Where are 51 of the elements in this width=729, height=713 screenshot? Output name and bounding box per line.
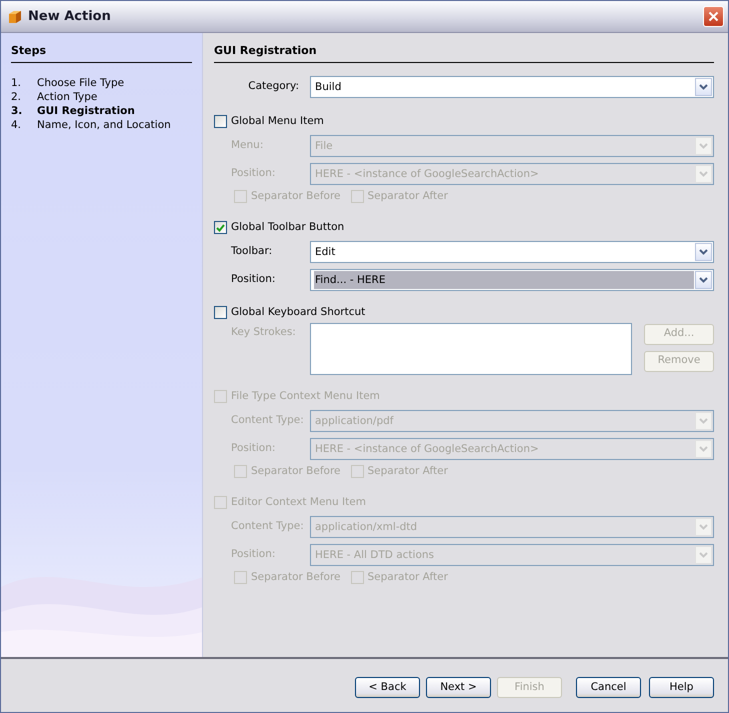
wizard-step: 2. Action Type (11, 90, 192, 104)
dropdown-field[interactable]: Edit (310, 240, 714, 262)
caret-icon (699, 446, 708, 452)
keystrokes-list[interactable] (310, 322, 632, 374)
checkbox[interactable] (214, 221, 227, 234)
steps-heading: Steps (11, 43, 192, 62)
field-label: Content Type: (230, 518, 305, 534)
close-icon (708, 11, 719, 22)
field-label: Menu: (230, 138, 264, 153)
field-label: Position: (230, 440, 276, 456)
checkbox-label: Separator Before (251, 464, 341, 479)
checkbox-label: Separator After (368, 188, 448, 204)
checkbox-label: Global Menu Item (231, 114, 324, 129)
caret-icon (699, 170, 708, 176)
section-heading: GUI Registration (214, 43, 714, 62)
field-label: Position: (230, 166, 276, 181)
close-button[interactable] (703, 6, 724, 27)
caret-icon (699, 84, 708, 90)
checkbox-label: Separator Before (251, 188, 341, 204)
wizard-step: 4. Name, Icon, and Location (11, 118, 192, 132)
checkbox[interactable] (214, 115, 227, 128)
checkbox-label: Editor Context Menu Item (231, 494, 366, 510)
field-label: Key Strokes: (230, 324, 297, 340)
checkbox-label: Global Toolbar Button (231, 220, 344, 235)
checkbox-label: File Type Context Menu Item (231, 388, 380, 404)
dropdown-field[interactable]: Find... - HERE (310, 268, 714, 290)
checkbox-label: Separator After (368, 464, 448, 479)
field-label: Position: (230, 546, 276, 562)
field-label: Category: (247, 78, 300, 94)
app-icon (7, 8, 23, 24)
checkbox-label: Separator Before (251, 570, 341, 585)
caret-icon (699, 142, 708, 148)
caret-icon (699, 552, 708, 558)
caret-icon (699, 524, 708, 530)
caret-icon (699, 248, 708, 254)
field-label: Content Type: (230, 412, 305, 428)
field-label: Position: (230, 272, 276, 287)
wizard-step: 1. Choose File Type (11, 76, 192, 90)
checkbox-label: Separator After (368, 570, 448, 585)
caret-icon (699, 418, 708, 424)
dialog-button[interactable]: Cancel (576, 677, 641, 698)
caret-icon (699, 276, 708, 282)
checkbox-label: Global Keyboard Shortcut (231, 304, 366, 320)
dialog-button[interactable]: < Back (355, 677, 420, 698)
dropdown-field[interactable]: Build (310, 76, 714, 98)
dialog-button[interactable]: Next > (426, 677, 491, 698)
dialog-button[interactable]: Help (649, 677, 714, 698)
wizard-step: 3. GUI Registration (11, 104, 192, 118)
checkbox[interactable] (214, 306, 227, 319)
field-label: Toolbar: (230, 244, 274, 259)
window-title: New Action (28, 8, 112, 26)
